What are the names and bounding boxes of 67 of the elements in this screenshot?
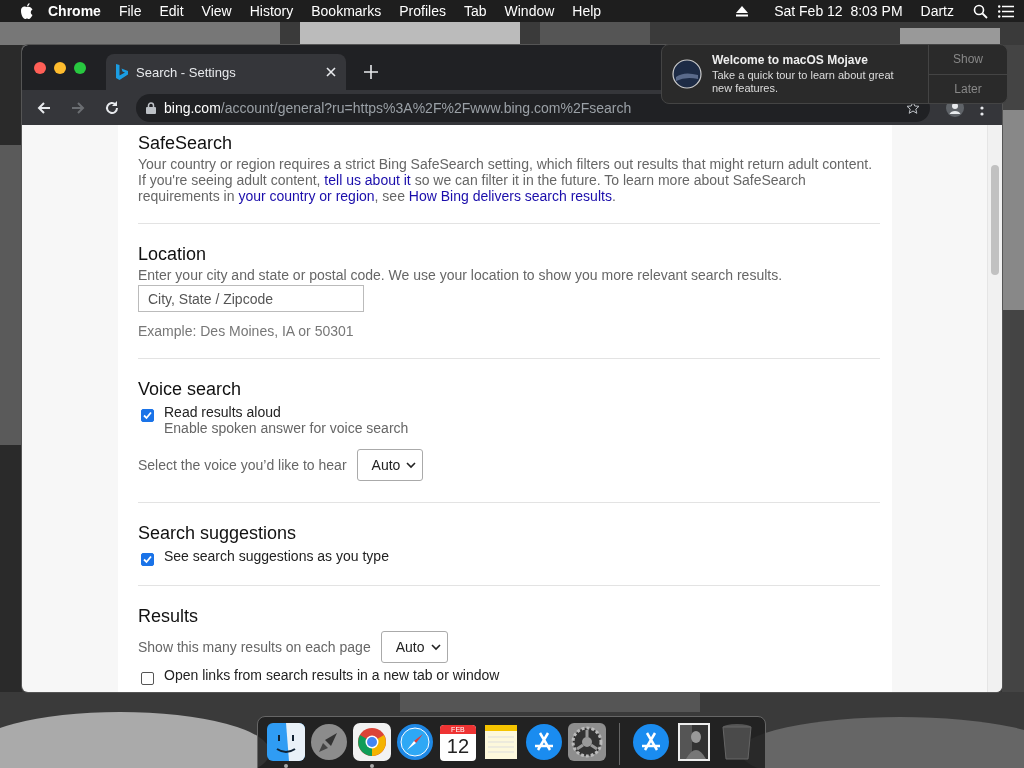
notepad-icon[interactable] xyxy=(483,723,519,761)
location-input-field[interactable]: City, State / Zipcode xyxy=(138,285,364,312)
close-icon[interactable] xyxy=(326,67,336,77)
menu-item[interactable]: Profiles xyxy=(390,3,455,19)
select-label: Select the voice you’d like to hear xyxy=(138,457,347,473)
clock[interactable]: Sat Feb 12 8:03 PM xyxy=(765,3,912,19)
compass-icon[interactable] xyxy=(395,723,434,761)
text-link[interactable]: How Bing delivers search results xyxy=(408,188,612,204)
app-store-icon[interactable] xyxy=(632,723,671,761)
rocket-icon[interactable] xyxy=(309,723,348,761)
checkbox-label: Read results aloud xyxy=(164,404,282,420)
section-heading: SafeSearch xyxy=(138,133,234,154)
menu-item[interactable]: Tab xyxy=(454,3,496,19)
checkbox[interactable] xyxy=(141,672,154,685)
user-name[interactable]: Dartz xyxy=(911,3,963,19)
dropdown[interactable]: Auto xyxy=(380,631,448,663)
section-heading: Voice search xyxy=(138,379,243,400)
notification-body: Take a quick tour to learn about great new features. xyxy=(712,69,895,95)
section-heading: Results xyxy=(138,606,200,627)
section-heading: Location xyxy=(138,244,208,265)
section-heading: Search suggestions xyxy=(138,523,298,544)
checkbox[interactable] xyxy=(141,553,154,566)
checkbox-label: Open links from search results in a new tab or window xyxy=(164,667,500,683)
close-window-button[interactable] xyxy=(34,61,46,74)
example-hint: Example: Des Moines, IA or 50301 xyxy=(138,323,355,339)
lock-icon[interactable] xyxy=(146,101,156,114)
checkbox-description: Enable spoken answer for voice search xyxy=(164,420,409,436)
menu-item[interactable]: View xyxy=(192,3,241,19)
minimize-window-button[interactable] xyxy=(54,61,66,74)
apple-icon[interactable] xyxy=(20,3,34,19)
scrollbar[interactable] xyxy=(987,125,1002,692)
text-link[interactable]: your country or region xyxy=(238,188,375,204)
chevron-down-icon xyxy=(430,643,441,651)
menu-item[interactable]: File xyxy=(109,3,151,19)
finder-icon[interactable] xyxy=(266,723,305,761)
menu-item[interactable]: Bookmarks xyxy=(302,3,391,19)
notification-button[interactable]: Later xyxy=(929,73,1007,103)
zoom-window-button[interactable] xyxy=(74,61,86,74)
section-description: Enter your city and state or postal code. We use your location to show you more relevant search results. xyxy=(138,267,784,283)
app-menu[interactable]: Chrome xyxy=(34,3,110,19)
trash-icon[interactable] xyxy=(722,723,753,761)
chevron-down-icon xyxy=(406,461,417,469)
dropdown[interactable]: Auto xyxy=(356,449,424,481)
menu-item[interactable]: Edit xyxy=(150,3,193,19)
bing-logo-icon xyxy=(116,64,128,80)
mojave-icon xyxy=(672,59,702,89)
browser-tab[interactable]: Search - Settings xyxy=(106,54,346,90)
menu-item[interactable]: History xyxy=(240,3,303,19)
search-icon[interactable] xyxy=(973,3,988,19)
back-arrow-icon[interactable] xyxy=(36,99,52,116)
chrome-icon[interactable] xyxy=(352,723,391,761)
eject-icon[interactable] xyxy=(735,5,750,17)
scrollbar-thumb[interactable] xyxy=(991,165,999,275)
gear-icon[interactable] xyxy=(568,723,607,761)
notification-button[interactable]: Show xyxy=(929,45,1007,74)
safesearch-description: Your country or region requires a strict Bing SafeSearch setting, which filters out results that might return adult content. If you're seeing adult content, tell us about it so we can filter it in the future. To learn more about SafeSearch requirements in your country or region, see How Bing delivers search results. xyxy=(138,156,874,204)
checkbox[interactable] xyxy=(141,409,154,422)
checkbox-label: See search suggestions as you type xyxy=(164,548,389,564)
menu-item[interactable]: Window xyxy=(495,3,564,19)
notification-title: Welcome to macOS Mojave xyxy=(712,53,869,67)
app-store-icon[interactable] xyxy=(525,723,564,761)
reload-icon[interactable] xyxy=(104,99,120,116)
text-link[interactable]: tell us about it xyxy=(324,172,411,188)
menu-item[interactable]: Help xyxy=(563,3,611,19)
select-label: Show this many results on each page xyxy=(138,639,371,655)
list-icon[interactable] xyxy=(998,4,1014,18)
new-tab-icon[interactable] xyxy=(364,65,378,79)
